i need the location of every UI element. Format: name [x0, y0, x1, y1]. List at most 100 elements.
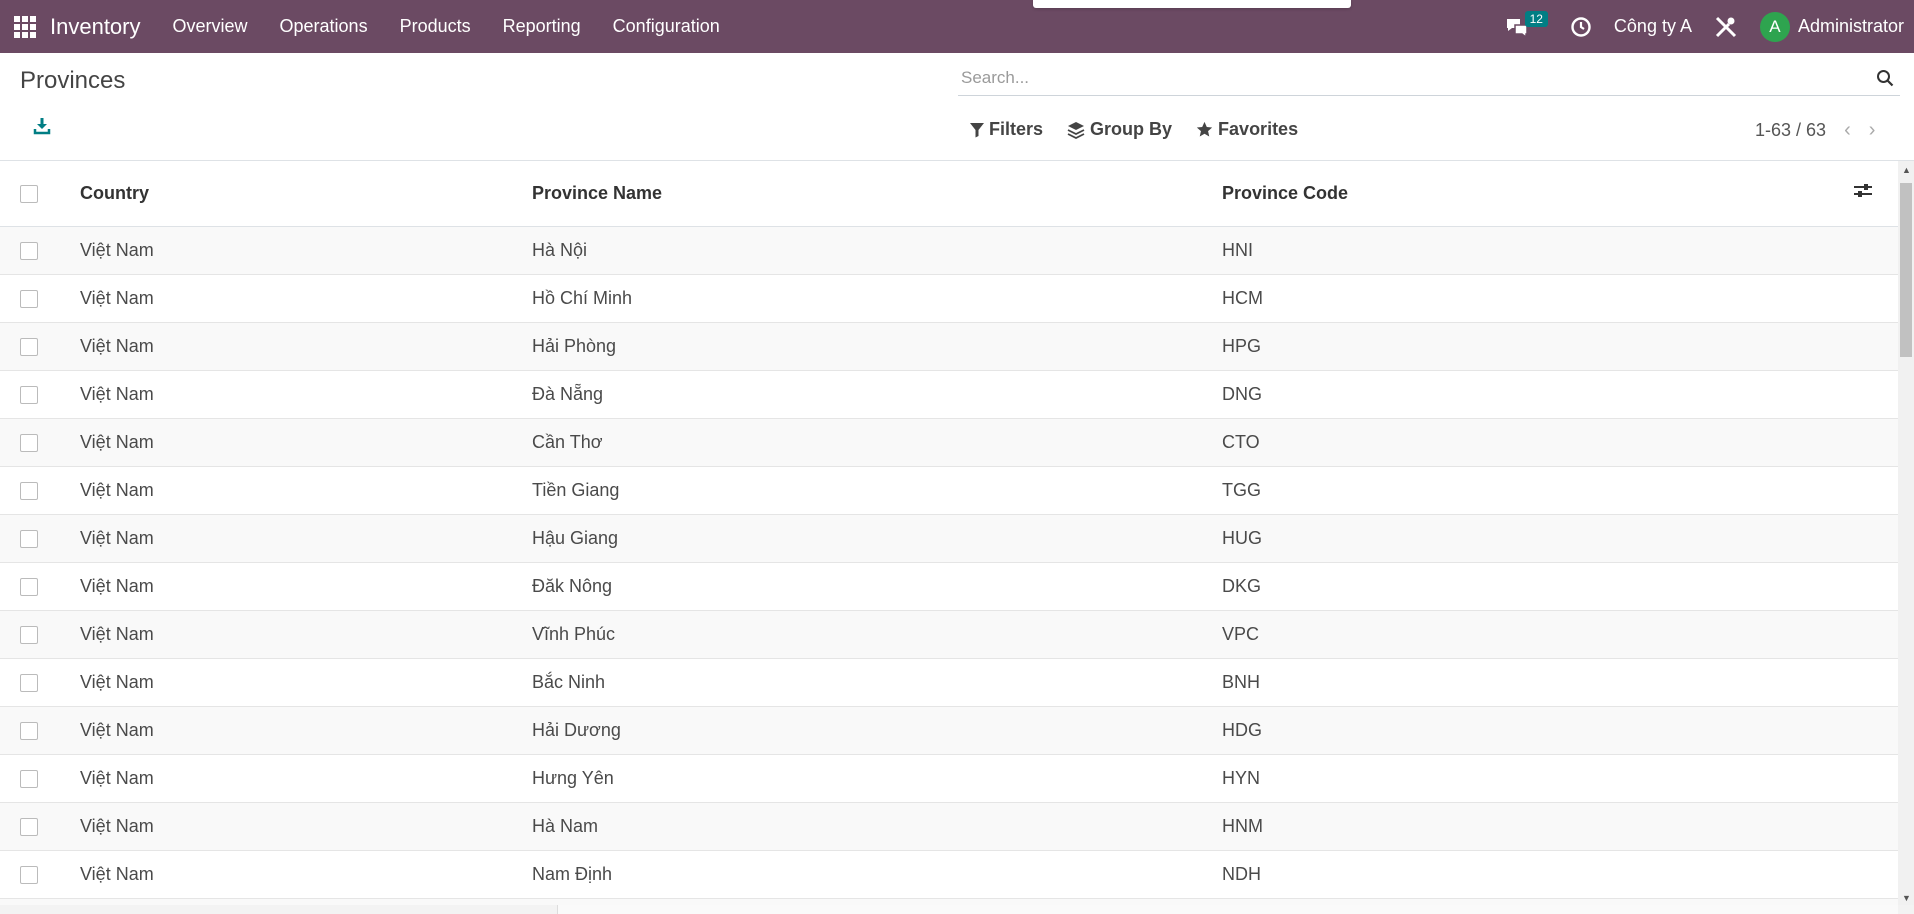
cell-country[interactable]: Việt Nam — [79, 370, 531, 419]
row-checkbox[interactable] — [20, 434, 38, 453]
cell-country[interactable]: Việt Nam — [79, 802, 531, 851]
table-row[interactable]: Việt Nam Bắc Ninh BNH — [0, 658, 1898, 707]
pager-value[interactable]: 1-63 / 63 — [1755, 120, 1826, 141]
table-row[interactable]: Việt Nam Hồ Chí Minh HCM — [0, 274, 1898, 323]
row-checkbox[interactable] — [20, 482, 38, 501]
cell-province-code[interactable]: HNM — [1221, 802, 1852, 851]
cell-country[interactable]: Việt Nam — [79, 754, 531, 803]
cell-province-name[interactable]: Hải Phòng — [531, 322, 1221, 371]
export-button[interactable] — [32, 116, 52, 136]
user-menu[interactable]: A Administrator — [1759, 11, 1904, 42]
pager-next-icon[interactable]: › — [1869, 119, 1876, 142]
table-row[interactable]: Việt Nam Hưng Yên HYN — [0, 754, 1898, 803]
scrollbar-thumb[interactable] — [1900, 183, 1912, 357]
search-input[interactable] — [958, 63, 1844, 93]
cell-province-name[interactable]: Tiền Giang — [531, 466, 1221, 515]
row-checkbox[interactable] — [20, 338, 38, 357]
table-row[interactable]: Việt Nam Vĩnh Phúc VPC — [0, 610, 1898, 659]
table-row[interactable]: Việt Nam Hải Dương HDG — [0, 706, 1898, 755]
cell-province-name[interactable]: Hà Nội — [531, 226, 1221, 275]
menu-products[interactable]: Products — [384, 16, 487, 37]
cell-province-name[interactable]: Nam Định — [531, 850, 1221, 899]
menu-overview[interactable]: Overview — [157, 16, 264, 37]
cell-province-name[interactable]: Bắc Ninh — [531, 658, 1221, 707]
search-icon[interactable] — [1876, 69, 1894, 87]
app-brand[interactable]: Inventory — [50, 14, 141, 40]
row-checkbox[interactable] — [20, 578, 38, 597]
cell-province-code[interactable]: TGG — [1221, 466, 1852, 515]
cell-country[interactable]: Việt Nam — [79, 322, 531, 371]
cell-country[interactable]: Việt Nam — [79, 466, 531, 515]
menu-operations[interactable]: Operations — [264, 16, 384, 37]
activities-button[interactable] — [1570, 16, 1592, 38]
row-checkbox[interactable] — [20, 722, 38, 741]
select-all-checkbox[interactable] — [20, 185, 38, 204]
row-checkbox[interactable] — [20, 242, 38, 261]
cell-province-code[interactable]: HNI — [1221, 226, 1852, 275]
group-by-button[interactable]: Group By — [1067, 119, 1172, 140]
debug-tools-button[interactable] — [1714, 15, 1738, 39]
cell-province-name[interactable]: Cần Thơ — [531, 418, 1221, 467]
scroll-down-icon[interactable]: ▼ — [1902, 893, 1911, 903]
table-row[interactable]: Việt Nam Hậu Giang HUG — [0, 514, 1898, 563]
cell-province-name[interactable]: Vĩnh Phúc — [531, 610, 1221, 659]
table-row[interactable]: Việt Nam Hà Nam HNM — [0, 802, 1898, 851]
horizontal-scrollbar-thumb[interactable] — [557, 905, 1898, 914]
pager-previous-icon[interactable]: ‹ — [1844, 119, 1851, 142]
cell-province-code[interactable]: HUG — [1221, 514, 1852, 563]
row-checkbox[interactable] — [20, 626, 38, 645]
row-checkbox[interactable] — [20, 530, 38, 549]
table-row[interactable]: Việt Nam Tiền Giang TGG — [0, 466, 1898, 515]
cell-province-code[interactable]: CTO — [1221, 418, 1852, 467]
cell-province-name[interactable]: Hải Dương — [531, 706, 1221, 755]
cell-country[interactable]: Việt Nam — [79, 418, 531, 467]
favorites-button[interactable]: Favorites — [1196, 119, 1298, 140]
cell-province-name[interactable]: Đà Nẵng — [531, 370, 1221, 419]
row-checkbox[interactable] — [20, 818, 38, 837]
cell-province-name[interactable]: Hồ Chí Minh — [531, 274, 1221, 323]
table-row[interactable]: Việt Nam Cần Thơ CTO — [0, 418, 1898, 467]
cell-country[interactable]: Việt Nam — [79, 274, 531, 323]
cell-country[interactable]: Việt Nam — [79, 706, 531, 755]
row-checkbox[interactable] — [20, 290, 38, 309]
horizontal-scrollbar[interactable] — [0, 905, 1914, 914]
scroll-up-icon[interactable]: ▲ — [1902, 165, 1911, 175]
cell-country[interactable]: Việt Nam — [79, 514, 531, 563]
row-checkbox[interactable] — [20, 674, 38, 693]
column-header-country[interactable]: Country — [79, 161, 531, 227]
table-row[interactable]: Việt Nam Đăk Nông DKG — [0, 562, 1898, 611]
cell-country[interactable]: Việt Nam — [79, 850, 531, 899]
cell-province-name[interactable]: Hậu Giang — [531, 514, 1221, 563]
cell-country[interactable]: Việt Nam — [79, 658, 531, 707]
cell-province-code[interactable]: HYN — [1221, 754, 1852, 803]
cell-province-code[interactable]: DNG — [1221, 370, 1852, 419]
cell-province-code[interactable]: VPC — [1221, 610, 1852, 659]
cell-country[interactable]: Việt Nam — [79, 226, 531, 275]
table-row[interactable]: Việt Nam Đà Nẵng DNG — [0, 370, 1898, 419]
table-row[interactable]: Việt Nam Hải Phòng HPG — [0, 322, 1898, 371]
menu-reporting[interactable]: Reporting — [487, 16, 597, 37]
table-row[interactable]: Việt Nam Hà Nội HNI — [0, 226, 1898, 275]
menu-configuration[interactable]: Configuration — [597, 16, 736, 37]
cell-province-code[interactable]: DKG — [1221, 562, 1852, 611]
column-header-province-code[interactable]: Province Code — [1221, 161, 1852, 227]
row-checkbox[interactable] — [20, 386, 38, 405]
cell-province-code[interactable]: NDH — [1221, 850, 1852, 899]
column-header-province-name[interactable]: Province Name — [531, 161, 1221, 227]
filters-button[interactable]: Filters — [970, 119, 1043, 140]
row-checkbox[interactable] — [20, 866, 38, 885]
cell-province-name[interactable]: Hà Nam — [531, 802, 1221, 851]
cell-province-name[interactable]: Đăk Nông — [531, 562, 1221, 611]
messages-button[interactable]: 12 — [1505, 10, 1548, 37]
company-switcher[interactable]: Công ty A — [1614, 16, 1692, 37]
optional-columns-toggle[interactable] — [1852, 161, 1898, 227]
cell-province-name[interactable]: Hưng Yên — [531, 754, 1221, 803]
cell-province-code[interactable]: HDG — [1221, 706, 1852, 755]
row-checkbox[interactable] — [20, 770, 38, 789]
vertical-scrollbar[interactable]: ▲ ▼ — [1898, 161, 1914, 905]
cell-province-code[interactable]: BNH — [1221, 658, 1852, 707]
cell-province-code[interactable]: HPG — [1221, 322, 1852, 371]
apps-menu-icon[interactable] — [14, 15, 36, 38]
cell-province-code[interactable]: HCM — [1221, 274, 1852, 323]
cell-country[interactable]: Việt Nam — [79, 610, 531, 659]
